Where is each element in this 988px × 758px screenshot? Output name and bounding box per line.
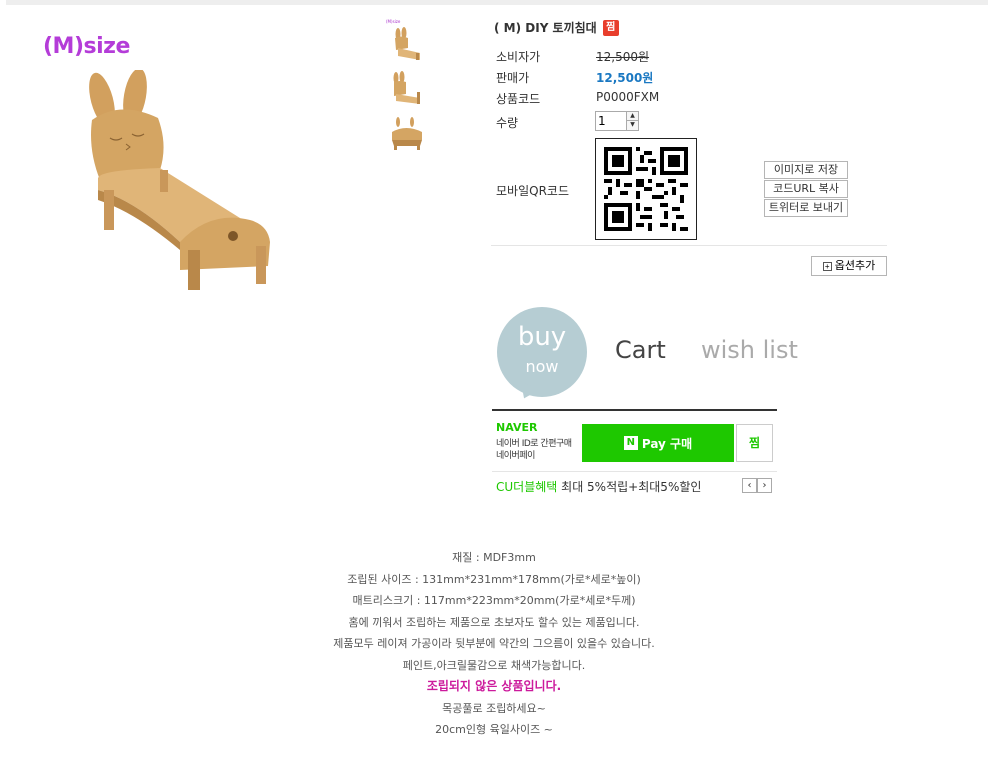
- naver-pay-buy-button[interactable]: N Pay 구매: [582, 424, 734, 462]
- cu-benefit-text: 최대 5%적립+최대5%할인: [561, 480, 702, 494]
- desc-glue-note: 목공풀로 조립하세요~: [442, 701, 546, 715]
- desc-laser-note: 제품모두 레이져 가공이라 뒷부분에 약간의 그으름이 있을수 있습니다.: [333, 637, 655, 650]
- sale-price-value: 12,500원: [596, 71, 654, 85]
- quantity-label: 수량: [496, 116, 519, 130]
- desc-material: 재질 : MDF3mm: [452, 551, 536, 564]
- desc-unassembled-notice: 조립되지 않은 상품입니다.: [426, 679, 562, 693]
- product-code-label: 상품코드: [496, 92, 541, 106]
- prev-arrow-icon[interactable]: ‹: [742, 478, 757, 493]
- naver-divider: [492, 471, 777, 472]
- qr-code-icon: [604, 147, 688, 231]
- thumbnail-2[interactable]: [386, 68, 426, 110]
- desc-assembly-note: 홈에 끼워서 조립하는 제품으로 초보자도 할수 있는 제품입니다.: [348, 615, 640, 629]
- product-code-value: P0000FXM: [596, 90, 660, 104]
- add-option-button[interactable]: + 옵션추가: [811, 256, 887, 276]
- copy-url-button[interactable]: 코드URL 복사: [764, 180, 848, 198]
- naver-pay-label: Pay 구매: [641, 436, 693, 451]
- cu-benefit-label: CU더블혜택: [496, 480, 558, 494]
- wishlist-button[interactable]: wish list: [701, 336, 798, 364]
- buy-now-button[interactable]: buy now: [497, 307, 589, 403]
- thumbnail-3[interactable]: [386, 116, 426, 158]
- quantity-up-icon[interactable]: ▲: [626, 112, 638, 121]
- quantity-input[interactable]: [598, 113, 626, 129]
- consumer-price-value: 12,500원: [596, 50, 650, 64]
- rabbit-bed-illustration: [89, 70, 270, 290]
- twitter-share-button[interactable]: 트위터로 보내기: [764, 199, 848, 217]
- plus-icon: +: [822, 262, 832, 271]
- product-title: ( M) DIY 토끼침대 찜: [494, 19, 619, 36]
- product-title-text: ( M) DIY 토끼침대: [494, 21, 597, 35]
- naver-sub-text-2: 네이버페이: [496, 451, 535, 461]
- desc-paint-note: 페인트,아크릴물감으로 채색가능합니다.: [402, 658, 586, 672]
- sale-price-label: 판매가: [496, 71, 530, 85]
- consumer-price-label: 소비자가: [496, 50, 541, 64]
- next-arrow-icon[interactable]: ›: [757, 478, 772, 493]
- naver-zzim-button[interactable]: 찜: [736, 424, 773, 462]
- buy-label: buy: [517, 322, 567, 352]
- naver-n-icon: N: [623, 436, 638, 450]
- add-option-label: 옵션추가: [834, 260, 876, 272]
- cart-button[interactable]: Cart: [615, 336, 666, 364]
- product-description: 재질 : MDF3mm 조립된 사이즈 : 131mm*231mm*178mm(…: [0, 547, 988, 741]
- desc-assembled-size: 조립된 사이즈 : 131mm*231mm*178mm(가로*세로*높이): [347, 572, 641, 586]
- quantity-stepper: ▲ ▼: [595, 111, 639, 131]
- quantity-down-icon[interactable]: ▼: [626, 121, 638, 130]
- thumbnail-1[interactable]: (M)size: [386, 19, 426, 62]
- qr-code-image: [595, 138, 697, 240]
- product-main-image: (M)size: [40, 30, 290, 290]
- size-label: (M)size: [43, 34, 130, 59]
- qr-code-label: 모바일QR코드: [496, 184, 569, 198]
- cu-benefit-line: CU더블혜택 최대 5%적립+최대5%할인: [496, 478, 701, 495]
- naver-logo: NAVER: [496, 421, 538, 434]
- thumbnail-size-label: (M)size: [386, 19, 401, 24]
- wish-badge-icon[interactable]: 찜: [602, 19, 619, 36]
- info-divider: [491, 245, 887, 246]
- buy-bubble: [497, 307, 587, 397]
- naver-pay-panel: NAVER 네이버 ID로 간편구매 네이버페이 N Pay 구매 찜 CU더블…: [492, 409, 777, 495]
- thumbnail-list: (M)size: [386, 19, 426, 164]
- save-image-button[interactable]: 이미지로 저장: [764, 161, 848, 179]
- desc-mattress-size: 매트리스크기 : 117mm*223mm*20mm(가로*세로*두께): [352, 594, 636, 607]
- now-label: now: [525, 357, 559, 376]
- desc-doll-size: 20cm인형 육일사이즈 ~: [435, 723, 553, 736]
- top-border: [6, 0, 988, 5]
